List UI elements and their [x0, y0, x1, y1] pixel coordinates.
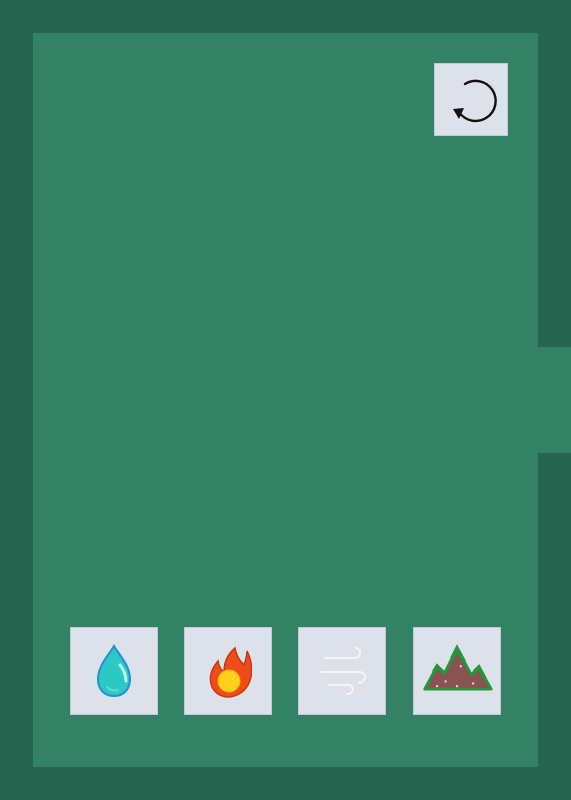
fire-icon: [209, 646, 252, 698]
right-wall-top-cap: [538, 341, 571, 347]
reset-button[interactable]: [434, 63, 508, 136]
fire-element-button[interactable]: [184, 627, 272, 715]
right-side-opening: [538, 347, 571, 453]
water-drop-icon: [96, 644, 132, 698]
earth-element-button[interactable]: [413, 627, 501, 715]
water-element-button[interactable]: [70, 627, 158, 715]
wind-icon: [320, 647, 366, 695]
mountain-icon: [423, 644, 493, 691]
air-element-button[interactable]: [298, 627, 386, 715]
reset-icon: [453, 79, 497, 122]
right-wall-bottom-cap: [538, 453, 571, 459]
